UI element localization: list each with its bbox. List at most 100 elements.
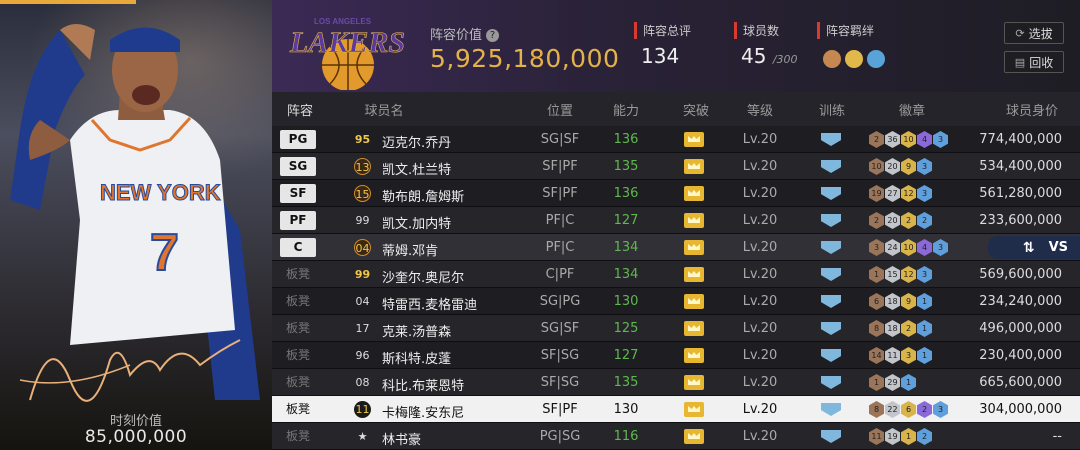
- badge-hexagon: 2: [917, 401, 932, 418]
- player-level: Lv.20: [742, 321, 778, 336]
- table-row[interactable]: C 04 蒂姆.邓肯 PF|C 134 Lv.20 3 24 10 4 3 ⇅ VS: [272, 234, 1080, 261]
- badge-hexagon: 3: [869, 239, 884, 256]
- filter-button[interactable]: ⟳ 选拔: [1004, 22, 1064, 44]
- player-name[interactable]: 沙奎尔.奥尼尔: [382, 267, 464, 286]
- lineup-slot: 板凳: [285, 375, 310, 389]
- player-level: Lv.20: [742, 402, 778, 417]
- badge-hexagon: 1: [917, 293, 932, 310]
- crown-icon: [684, 240, 704, 255]
- player-rating: 130: [613, 402, 639, 417]
- bond-icons[interactable]: [823, 50, 885, 68]
- player-name[interactable]: 凯文.加内特: [382, 213, 451, 232]
- player-name[interactable]: 特雷西.麦格雷迪: [382, 294, 477, 313]
- team-header: LOS ANGELES LAKERS 阵容价值? 5,925,180,000 阵…: [272, 0, 1080, 92]
- col-rating: 能力: [612, 103, 639, 119]
- badge-hexagon: 3: [933, 131, 948, 148]
- team-bonds-stat: 阵容羁绊: [817, 22, 874, 39]
- player-name[interactable]: 斯科特.皮蓬: [382, 348, 451, 367]
- player-position: C|PF: [545, 267, 575, 282]
- badge-hexagon: 2: [869, 212, 884, 229]
- player-name[interactable]: 克莱.汤普森: [382, 321, 451, 340]
- lakers-logo-icon: LOS ANGELES LAKERS: [289, 17, 405, 90]
- training-shield-icon: [821, 160, 841, 173]
- table-row[interactable]: 板凳 ★ 林书豪 PG|SG 116 Lv.20 11 19 1 2 --: [272, 423, 1080, 450]
- badge-list: 10 20 9 3: [869, 158, 932, 175]
- table-header: 阵容 球员名 位置 能力 突破 等级 训练 徽章 球员身价: [272, 92, 1080, 126]
- help-icon[interactable]: ?: [486, 29, 500, 42]
- badge-hexagon: 20: [885, 212, 900, 229]
- player-name[interactable]: 卡梅隆.安东尼: [382, 402, 464, 421]
- badge-hexagon: 10: [901, 239, 916, 256]
- lineup-slot: 板凳: [285, 429, 310, 443]
- player-level: Lv.20: [742, 213, 778, 228]
- badge-list: 3 24 10 4 3: [869, 239, 948, 256]
- badge-hexagon: 22: [885, 401, 900, 418]
- player-name[interactable]: 科比.布莱恩特: [382, 375, 464, 394]
- jersey-number-badge: 96: [355, 349, 370, 362]
- player-value: 496,000,000: [979, 321, 1062, 336]
- table-row[interactable]: SF 15 勒布朗.詹姆斯 SF|PF 136 Lv.20 19 27 12 3 561,280,0…: [272, 180, 1080, 207]
- crown-icon: [684, 348, 704, 363]
- col-name: 球员名: [364, 103, 404, 119]
- table-row[interactable]: SG 13 凯文.杜兰特 SF|PF 135 Lv.20 10 20 9 3 534,400,000: [272, 153, 1080, 180]
- table-row[interactable]: 板凳 17 克莱.汤普森 SG|SF 125 Lv.20 8 18 2 1 496,000,000: [272, 315, 1080, 342]
- table-row[interactable]: 板凳 08 科比.布莱恩特 SF|SG 135 Lv.20 1 29 1 665,600,000: [272, 369, 1080, 396]
- training-shield-icon: [821, 430, 841, 443]
- player-position: PF|C: [545, 240, 575, 255]
- crown-icon: [684, 294, 704, 309]
- player-position: SG|PG: [539, 294, 581, 309]
- player-position: SF|PF: [542, 402, 578, 417]
- badge-hexagon: 24: [885, 239, 900, 256]
- badge-hexagon: 1: [901, 428, 916, 445]
- badge-hexagon: 18: [885, 293, 900, 310]
- lineup-slot: 板凳: [285, 267, 310, 281]
- badge-list: 2 36 10 4 3: [869, 131, 948, 148]
- table-row[interactable]: 板凳 99 沙奎尔.奥尼尔 C|PF 134 Lv.20 1 15 12 3 569,600,000: [272, 261, 1080, 288]
- player-rating: 130: [613, 294, 639, 309]
- col-level: 等级: [746, 103, 773, 119]
- jersey-number-badge: 17: [355, 322, 370, 335]
- training-shield-icon: [821, 268, 841, 281]
- player-rating: 116: [613, 429, 639, 444]
- player-level: Lv.20: [742, 267, 778, 282]
- player-name[interactable]: 迈克尔.乔丹: [382, 132, 451, 151]
- badge-hexagon: 2: [901, 212, 916, 229]
- badge-hexagon: 19: [869, 185, 884, 202]
- badge-hexagon: 2: [901, 320, 916, 337]
- badge-list: 1 29 1: [869, 374, 916, 391]
- badge-hexagon: 27: [885, 185, 900, 202]
- badge-hexagon: 36: [885, 131, 900, 148]
- lineup-slot: SG: [280, 157, 316, 176]
- bond-blue-icon[interactable]: [867, 50, 885, 68]
- training-shield-icon: [821, 376, 841, 389]
- crown-icon: [684, 159, 704, 174]
- player-value: 304,000,000: [979, 402, 1062, 417]
- player-value: 665,600,000: [979, 375, 1062, 390]
- jersey-number-badge: 08: [355, 376, 370, 389]
- jersey-number-badge: 95: [354, 133, 371, 146]
- badge-hexagon: 11: [885, 347, 900, 364]
- player-rating: 127: [613, 213, 639, 228]
- bond-bronze-icon[interactable]: [823, 50, 841, 68]
- player-value: 561,280,000: [979, 186, 1062, 201]
- player-card[interactable]: NEW YORK 7 时刻价值 85,000,000: [0, 0, 272, 450]
- training-shield-icon: [821, 403, 841, 416]
- table-row[interactable]: PF 99 凯文.加内特 PF|C 127 Lv.20 2 20 2 2 233,600,000: [272, 207, 1080, 234]
- player-name[interactable]: 林书豪: [382, 429, 421, 448]
- player-name[interactable]: 凯文.杜兰特: [382, 159, 451, 178]
- table-row[interactable]: 板凳 11 卡梅隆.安东尼 SF|PF 130 Lv.20 8 22 6 2 3 304,000,00…: [272, 396, 1080, 423]
- bond-gold-icon[interactable]: [845, 50, 863, 68]
- player-rating: 136: [613, 132, 639, 147]
- table-row[interactable]: PG 95 迈克尔.乔丹 SG|SF 136 Lv.20 2 36 10 4 3 774,400,00…: [272, 126, 1080, 153]
- table-row[interactable]: 板凳 96 斯科特.皮蓬 SF|SG 127 Lv.20 14 11 3 1 230,400,000: [272, 342, 1080, 369]
- training-shield-icon: [821, 214, 841, 227]
- jersey-number-badge: 13: [354, 158, 371, 175]
- compare-button[interactable]: ⇅ VS: [988, 236, 1080, 259]
- player-name[interactable]: 蒂姆.邓肯: [382, 240, 438, 259]
- recycle-button[interactable]: ▤ 回收: [1004, 51, 1064, 73]
- badge-hexagon: 10: [901, 131, 916, 148]
- col-breakthrough: 突破: [682, 103, 709, 119]
- player-name[interactable]: 勒布朗.詹姆斯: [382, 186, 464, 205]
- crown-icon: [684, 186, 704, 201]
- table-row[interactable]: 板凳 04 特雷西.麦格雷迪 SG|PG 130 Lv.20 6 18 9 1 234,240,00…: [272, 288, 1080, 315]
